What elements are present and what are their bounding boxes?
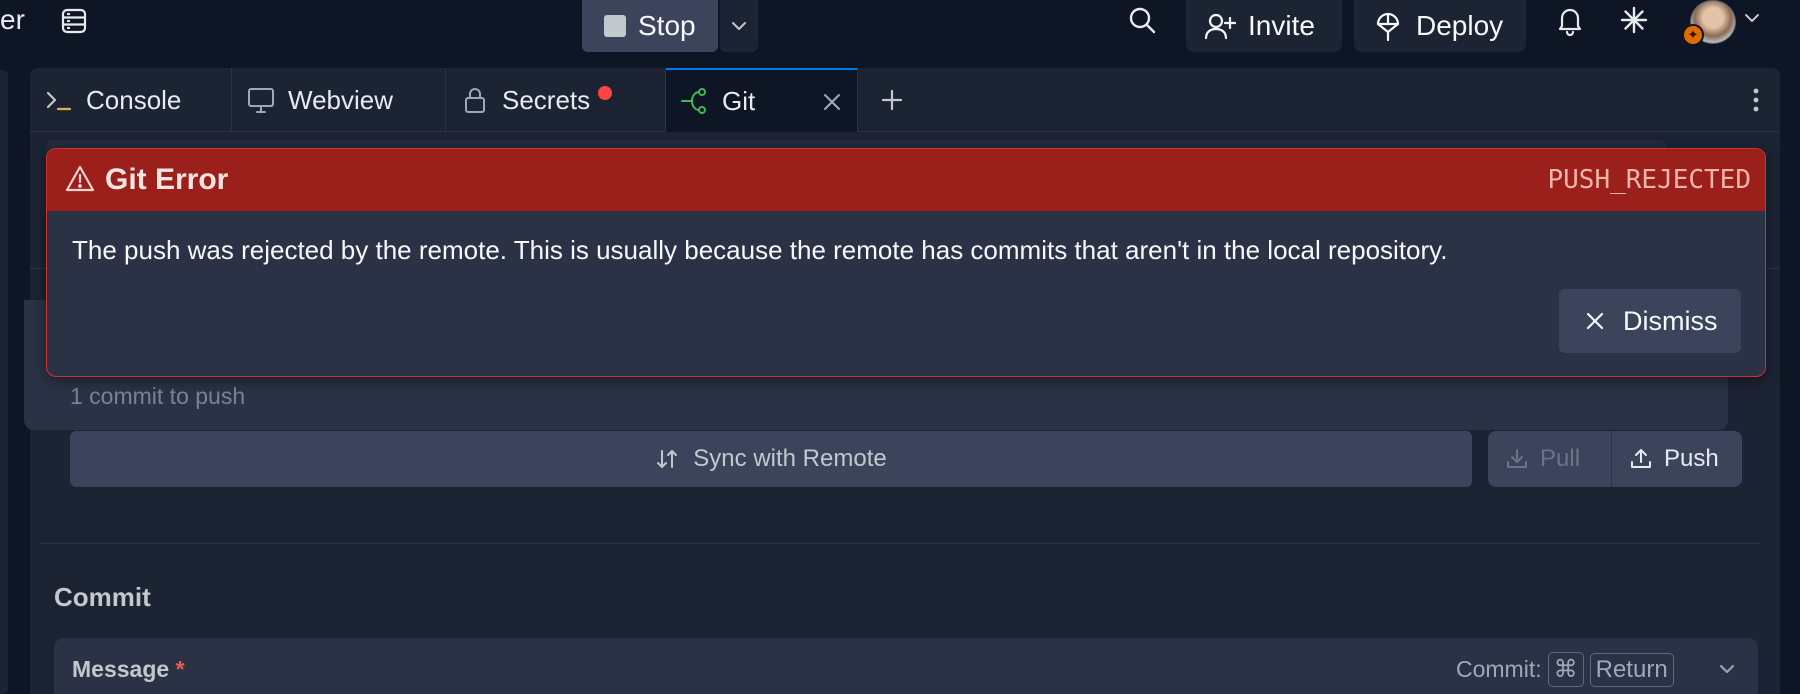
command-key: ⌘ — [1547, 652, 1584, 687]
warning-icon — [65, 164, 95, 194]
sync-with-remote-button[interactable]: Sync with Remote — [70, 431, 1472, 487]
invite-button[interactable]: Invite — [1186, 0, 1342, 52]
lock-icon — [460, 85, 490, 115]
tab-label: Webview — [288, 84, 394, 115]
dismiss-button[interactable]: Dismiss — [1559, 289, 1741, 353]
tab-label: Git — [722, 85, 756, 116]
error-title: Git Error — [105, 163, 229, 196]
database-icon[interactable] — [58, 5, 90, 37]
terminal-icon — [44, 85, 74, 115]
add-user-icon — [1204, 13, 1236, 40]
pull-label: Pull — [1540, 445, 1581, 472]
stop-button[interactable]: Stop — [582, 0, 718, 52]
left-panel-edge — [0, 70, 8, 694]
run-control: Stop — [582, 0, 758, 52]
tab-git[interactable]: Git — [666, 68, 858, 132]
bell-icon[interactable] — [1554, 4, 1586, 36]
tab-bar: Console Webview Secrets Git — [30, 68, 1780, 132]
stop-icon — [604, 15, 626, 37]
error-message: The push was rejected by the remote. Thi… — [72, 235, 1448, 265]
message-label-text: Message — [72, 656, 170, 682]
run-options-button[interactable] — [720, 0, 758, 52]
tab-console[interactable]: Console — [30, 68, 232, 132]
download-icon — [1506, 448, 1528, 470]
stop-label: Stop — [638, 10, 696, 41]
commit-count-text: 1 commit to push — [70, 383, 246, 409]
sync-arrows-icon — [655, 447, 679, 471]
chevron-down-icon — [732, 22, 746, 30]
push-label: Push — [1664, 445, 1719, 472]
commit-shortcut-hint: Commit: ⌘ Return — [1456, 652, 1674, 687]
commit-section-title: Commit — [54, 582, 151, 612]
deploy-icon — [1376, 12, 1400, 42]
workspace-name-fragment[interactable]: er — [0, 4, 25, 36]
error-header: Git Error PUSH_REJECTED — [47, 149, 1765, 211]
chevron-down-icon[interactable] — [1716, 658, 1738, 680]
alert-dot — [598, 86, 613, 100]
close-icon[interactable] — [819, 89, 845, 115]
top-bar: er Stop Invite Deploy ✦ — [0, 0, 1800, 62]
required-mark: * — [175, 656, 185, 682]
tab-secrets[interactable]: Secrets — [446, 68, 666, 132]
error-code: PUSH_REJECTED — [1547, 165, 1752, 195]
more-options-icon[interactable] — [1742, 86, 1770, 114]
tab-label: Secrets — [502, 84, 591, 115]
section-divider — [40, 543, 1760, 544]
search-icon[interactable] — [1126, 4, 1158, 36]
upload-icon — [1630, 448, 1652, 470]
pull-push-group: Pull Push — [1488, 431, 1742, 487]
message-label: Message * — [72, 656, 185, 683]
close-icon — [1583, 309, 1607, 333]
dismiss-label: Dismiss — [1623, 305, 1718, 336]
git-error-dialog: Git Error PUSH_REJECTED The push was rej… — [46, 148, 1766, 377]
sync-label: Sync with Remote — [693, 445, 887, 472]
monitor-icon — [246, 85, 276, 115]
invite-label: Invite — [1248, 10, 1315, 41]
push-button[interactable]: Push — [1612, 431, 1742, 487]
tab-label: Console — [86, 84, 182, 115]
shortcut-prefix: Commit: — [1456, 656, 1542, 682]
add-tab-icon[interactable] — [878, 86, 906, 114]
return-key: Return — [1589, 652, 1674, 687]
ai-sparkle-icon[interactable] — [1618, 4, 1650, 36]
plan-badge-icon: ✦ — [1682, 24, 1704, 46]
chevron-down-icon[interactable] — [1742, 8, 1762, 28]
tab-webview[interactable]: Webview — [232, 68, 446, 132]
deploy-label: Deploy — [1416, 10, 1504, 41]
deploy-button[interactable]: Deploy — [1354, 0, 1526, 52]
pull-button[interactable]: Pull — [1488, 431, 1612, 487]
right-panel-edge — [1786, 70, 1800, 694]
git-branch-icon — [680, 86, 710, 116]
